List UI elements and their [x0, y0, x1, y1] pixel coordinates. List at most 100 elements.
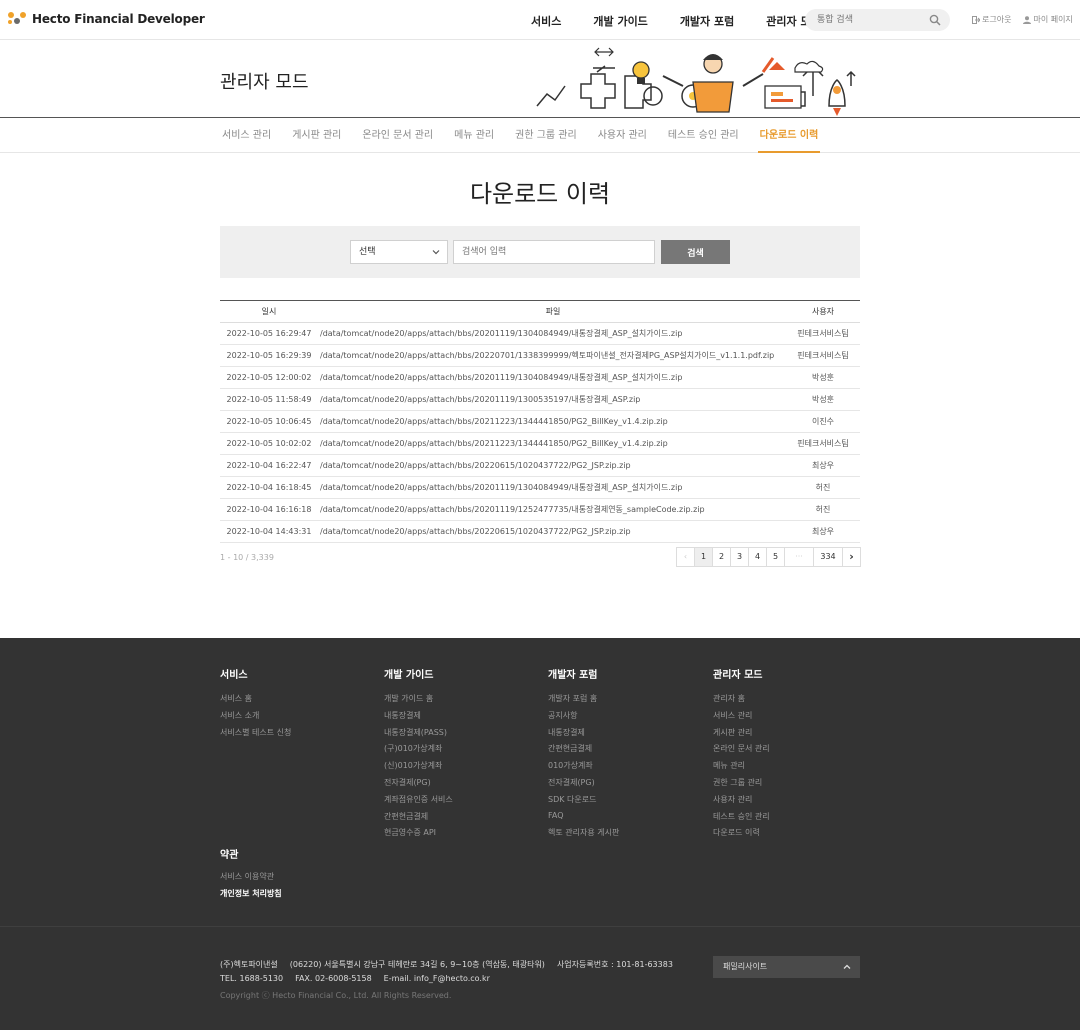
search-icon[interactable] [929, 14, 941, 26]
footer-link[interactable]: (구)010가상계좌 [384, 743, 453, 760]
table-row[interactable]: 2022-10-05 10:02:02/data/tomcat/node20/a… [220, 432, 860, 455]
footer-link[interactable]: 내통장결제 [384, 710, 453, 727]
footer-link[interactable]: FAQ [548, 811, 619, 828]
footer-link[interactable]: 전자결제(PG) [384, 777, 453, 794]
footer-divider [0, 926, 1080, 927]
page-button-1[interactable]: 1 [694, 547, 713, 567]
company-tel: TEL. 1688-5130 [220, 974, 284, 983]
table-row[interactable]: 2022-10-05 12:00:02/data/tomcat/node20/a… [220, 366, 860, 389]
keyword-input[interactable] [453, 240, 655, 264]
footer-link[interactable]: 내통장결제(PASS) [384, 727, 453, 744]
page-button-last[interactable]: 334 [813, 547, 843, 567]
footer-col-dev-forum: 개발자 포럼 개발자 포럼 홈 공지사항 내통장결제 간편현금결제 010가상계… [548, 666, 619, 844]
table-row[interactable]: 2022-10-05 10:06:45/data/tomcat/node20/a… [220, 410, 860, 433]
tab-online-doc-manage[interactable]: 온라인 문서 관리 [362, 118, 433, 153]
footer-link[interactable]: (신)010가상계좌 [384, 760, 453, 777]
gnb-item-dev-forum[interactable]: 개발자 포럼 [680, 13, 734, 29]
next-page-button[interactable]: › [842, 547, 861, 567]
footer-link[interactable]: 010가상계좌 [548, 760, 619, 777]
footer-terms: 약관 서비스 이용약관 개인정보 처리방침 [220, 846, 282, 905]
table-row[interactable]: 2022-10-04 16:22:47/data/tomcat/node20/a… [220, 454, 860, 477]
table-row[interactable]: 2022-10-05 11:58:49/data/tomcat/node20/a… [220, 388, 860, 411]
footer-link[interactable]: SDK 다운로드 [548, 794, 619, 811]
footer-link[interactable]: 테스트 승인 관리 [713, 811, 770, 828]
tab-menu-manage[interactable]: 메뉴 관리 [454, 118, 494, 153]
top-header: Hecto Financial Developer 서비스 개발 가이드 개발자… [0, 0, 1080, 40]
table-row[interactable]: 2022-10-05 16:29:47/data/tomcat/node20/a… [220, 322, 860, 345]
logo-text: Hecto Financial Developer [32, 12, 205, 26]
table-row[interactable]: 2022-10-04 14:43:31/data/tomcat/node20/a… [220, 520, 860, 543]
logo-icon [8, 12, 26, 26]
page-ellipsis: ··· [784, 547, 814, 567]
page-button-5[interactable]: 5 [766, 547, 785, 567]
col-header-user: 사용자 [786, 300, 860, 323]
tab-service-manage[interactable]: 서비스 관리 [222, 118, 271, 153]
footer-link[interactable]: 헥토 관리자용 게시판 [548, 827, 619, 844]
cell-datetime: 2022-10-05 10:06:45 [220, 410, 318, 433]
cell-user: 박성훈 [786, 366, 860, 389]
logout-link[interactable]: 로그아웃 [972, 14, 1011, 25]
table-row[interactable]: 2022-10-05 16:29:39/data/tomcat/node20/a… [220, 344, 860, 367]
footer-link[interactable]: 현금영수증 API [384, 827, 453, 844]
tab-user-manage[interactable]: 사용자 관리 [598, 118, 647, 153]
footer-link[interactable]: 내통장결제 [548, 727, 619, 744]
cell-file: /data/tomcat/node20/apps/attach/bbs/2021… [318, 410, 786, 433]
footer-link[interactable]: 개발 가이드 홈 [384, 693, 453, 710]
cell-file: /data/tomcat/node20/apps/attach/bbs/2020… [318, 476, 786, 499]
tab-download-history[interactable]: 다운로드 이력 [757, 118, 821, 153]
footer-link[interactable]: 계좌점유인증 서비스 [384, 794, 453, 811]
business-number: 사업자등록번호 : 101-81-63383 [556, 960, 673, 969]
footer-link[interactable]: 관리자 홈 [713, 693, 770, 710]
footer-link[interactable]: 전자결제(PG) [548, 777, 619, 794]
footer-link[interactable]: 메뉴 관리 [713, 760, 770, 777]
search-button[interactable]: 검색 [661, 240, 730, 264]
footer-link[interactable]: 다운로드 이력 [713, 827, 770, 844]
global-search-input[interactable] [805, 9, 915, 31]
cell-user: 최상우 [786, 520, 860, 543]
col-header-datetime: 일시 [220, 300, 318, 323]
gnb-item-service[interactable]: 서비스 [531, 13, 561, 29]
gnb-item-dev-guide[interactable]: 개발 가이드 [593, 13, 647, 29]
search-type-value: 선택 [359, 247, 376, 257]
terms-title: 약관 [220, 850, 239, 861]
footer-col-title: 관리자 모드 [713, 670, 763, 681]
prev-page-button[interactable]: ‹ [676, 547, 695, 567]
footer-col-service: 서비스 서비스 홈 서비스 소개 서비스별 테스트 신청 [220, 666, 291, 743]
cell-user: 핀테크서비스팀 [786, 322, 860, 345]
footer: 서비스 서비스 홈 서비스 소개 서비스별 테스트 신청 개발 가이드 개발 가… [0, 638, 1080, 1030]
footer-link[interactable]: 온라인 문서 관리 [713, 743, 770, 760]
privacy-policy-link[interactable]: 개인정보 처리방침 [220, 888, 282, 905]
copyright: Copyright ⓒ Hecto Financial Co., Ltd. Al… [220, 991, 452, 1000]
table-row[interactable]: 2022-10-04 16:16:18/data/tomcat/node20/a… [220, 498, 860, 521]
footer-link[interactable]: 서비스별 테스트 신청 [220, 727, 291, 744]
cell-user: 이진수 [786, 410, 860, 433]
footer-link[interactable]: 간편현금결제 [384, 811, 453, 828]
page-button-2[interactable]: 2 [712, 547, 731, 567]
footer-link[interactable]: 권한 그룹 관리 [713, 777, 770, 794]
tab-board-manage[interactable]: 게시판 관리 [292, 118, 341, 153]
footer-col-admin-mode: 관리자 모드 관리자 홈 서비스 관리 게시판 관리 온라인 문서 관리 메뉴 … [713, 666, 770, 844]
page-button-4[interactable]: 4 [748, 547, 767, 567]
footer-link[interactable]: 개발자 포럼 홈 [548, 693, 619, 710]
tab-permission-group-manage[interactable]: 권한 그룹 관리 [515, 118, 577, 153]
cell-file: /data/tomcat/node20/apps/attach/bbs/2021… [318, 432, 786, 455]
mypage-link[interactable]: 마이 페이지 [1023, 14, 1073, 25]
pagination: ‹ 1 2 3 4 5 ··· 334 › [676, 547, 861, 567]
footer-link[interactable]: 사용자 관리 [713, 794, 770, 811]
logo[interactable]: Hecto Financial Developer [8, 12, 205, 26]
terms-of-service-link[interactable]: 서비스 이용약관 [220, 871, 282, 888]
family-site-select[interactable]: 패밀리사이트 [713, 956, 860, 978]
tab-test-approval-manage[interactable]: 테스트 승인 관리 [668, 118, 739, 153]
footer-link[interactable]: 서비스 관리 [713, 710, 770, 727]
table-row[interactable]: 2022-10-04 16:18:45/data/tomcat/node20/a… [220, 476, 860, 499]
chevron-down-icon [432, 250, 440, 255]
search-type-select[interactable]: 선택 [350, 240, 448, 264]
admin-sub-nav: 서비스 관리 게시판 관리 온라인 문서 관리 메뉴 관리 권한 그룹 관리 사… [0, 118, 1080, 153]
footer-link[interactable]: 게시판 관리 [713, 727, 770, 744]
footer-link[interactable]: 공지사항 [548, 710, 619, 727]
cell-datetime: 2022-10-05 11:58:49 [220, 388, 318, 411]
footer-link[interactable]: 서비스 소개 [220, 710, 291, 727]
footer-link[interactable]: 간편현금결제 [548, 743, 619, 760]
page-button-3[interactable]: 3 [730, 547, 749, 567]
footer-link[interactable]: 서비스 홈 [220, 693, 291, 710]
